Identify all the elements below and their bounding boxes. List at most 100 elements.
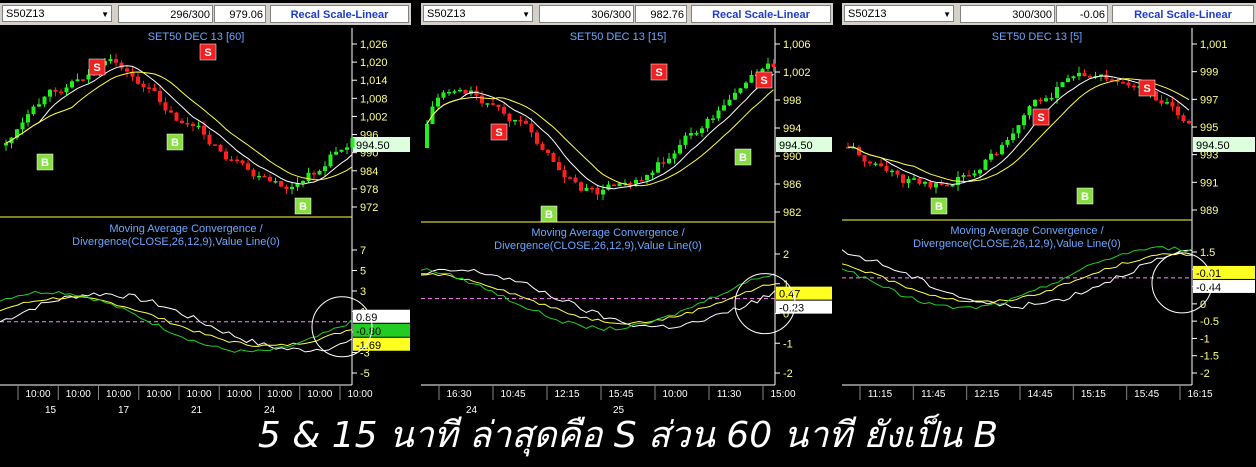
buy-signal-marker: B — [1076, 187, 1094, 205]
histogram-line — [421, 268, 776, 331]
macd-title-2: Divergence(CLOSE,26,12,9),Value Line(0) — [494, 240, 702, 252]
candle-body — [672, 153, 677, 159]
macd-title: Moving Average Convergence / — [109, 223, 263, 235]
candle-body — [694, 132, 699, 135]
time-tick-label: 12:15 — [974, 389, 999, 400]
candle-body — [290, 186, 294, 190]
sell-signal-marker: S — [755, 71, 773, 89]
candle-body — [31, 106, 36, 115]
candle-body — [518, 119, 523, 122]
candle-body — [1000, 144, 1004, 155]
candle-body — [350, 137, 355, 148]
candle-body — [447, 92, 451, 94]
candle-body — [868, 161, 872, 164]
candle-body — [939, 183, 944, 185]
time-tick-label: 15:15 — [1081, 389, 1106, 400]
candle-body — [961, 175, 966, 177]
candle-body — [766, 63, 770, 69]
candle-body — [562, 170, 567, 178]
buy-signal-marker: B — [294, 197, 312, 215]
candle-body — [923, 181, 927, 184]
candle-body — [4, 143, 8, 146]
chart-title: SET50 DEC 13 [5] — [992, 31, 1083, 43]
candle-body — [546, 149, 550, 154]
chart-panel-2: S50Z13 ▼ 300/300 -0.06 Recal Scale-Linear SET… — [842, 0, 1256, 417]
candle-body — [334, 151, 338, 155]
buy-signal-marker: B — [166, 133, 184, 151]
price-tick-label: 986 — [783, 179, 801, 191]
candle-body — [185, 123, 190, 125]
price-tick-label: 994 — [783, 123, 801, 135]
svg-text:B: B — [41, 157, 49, 169]
price-tick-label: 982 — [783, 207, 801, 219]
candle-body — [716, 110, 721, 119]
candle-body — [1011, 133, 1015, 141]
price-tick-label: 972 — [360, 202, 378, 214]
candle-body — [650, 172, 655, 176]
svg-text:B: B — [299, 201, 307, 213]
candle-body — [458, 89, 462, 92]
candle-body — [862, 155, 867, 162]
candle-body — [1170, 102, 1175, 107]
candle-body — [141, 83, 146, 88]
svg-text:S: S — [204, 47, 211, 59]
time-tick-label: 15:45 — [608, 389, 633, 400]
price-tick-label: 995 — [1200, 122, 1218, 134]
candle-body — [345, 147, 349, 150]
candle-body — [978, 169, 982, 174]
candle-body — [628, 182, 633, 185]
candle-body — [1027, 106, 1032, 116]
candle-body — [568, 177, 572, 179]
candle-body — [251, 169, 256, 177]
candle-body — [1049, 97, 1054, 100]
time-tick-label: 10:00 — [307, 389, 332, 400]
candle-body — [645, 175, 649, 181]
candle-body — [59, 91, 63, 94]
sell-signal-marker: S — [1138, 79, 1156, 97]
candle-body — [480, 95, 484, 104]
ma-fast-line — [5, 65, 353, 185]
candle-body — [119, 62, 124, 69]
macd-title: Moving Average Convergence / — [531, 227, 685, 239]
candle-body — [53, 89, 58, 92]
time-tick-label: 10:00 — [25, 389, 50, 400]
candle-body — [81, 79, 85, 81]
time-tick-label: 15:45 — [1134, 389, 1159, 400]
candle-body — [950, 185, 955, 187]
candle-body — [573, 177, 578, 183]
candle-body — [235, 159, 239, 162]
buy-signal-marker: B — [930, 197, 948, 215]
candle-body — [48, 89, 52, 97]
time-tick-label: 10:00 — [347, 389, 372, 400]
candle-body — [20, 122, 25, 130]
candle-body — [722, 105, 726, 111]
time-tick-label: 10:00 — [662, 389, 687, 400]
price-tick-label: 991 — [1200, 177, 1218, 189]
price-tick-label: 1,008 — [360, 93, 388, 105]
caption: 5 & 15 นาที ล่าสุดคือ S ส่วน 60 นาที ยัง… — [257, 415, 999, 456]
price-tag-label: 994.50 — [1196, 140, 1230, 152]
buy-signal-marker: B — [36, 153, 54, 171]
candle-body — [934, 183, 938, 188]
candle-body — [606, 184, 611, 190]
candle-body — [705, 118, 710, 129]
candle-body — [579, 182, 583, 191]
time-tick-label: 14:45 — [1027, 389, 1052, 400]
candle-body — [1016, 125, 1021, 134]
candle-body — [502, 107, 506, 114]
candle-body — [590, 187, 594, 190]
candle-body — [218, 144, 223, 152]
candle-body — [306, 172, 311, 182]
price-tick-label: 1,002 — [783, 67, 811, 79]
candle-body — [441, 92, 446, 98]
candle-body — [711, 118, 715, 120]
price-tag-label: 994.50 — [356, 140, 390, 152]
candle-body — [1071, 76, 1076, 79]
candle-body — [617, 183, 622, 187]
candle-body — [901, 174, 905, 183]
price-tick-label: 998 — [783, 95, 801, 107]
time-tick-label: 16:30 — [446, 389, 471, 400]
candle-body — [262, 175, 267, 178]
candle-body — [496, 104, 501, 108]
sell-signal-marker: S — [1032, 108, 1050, 126]
